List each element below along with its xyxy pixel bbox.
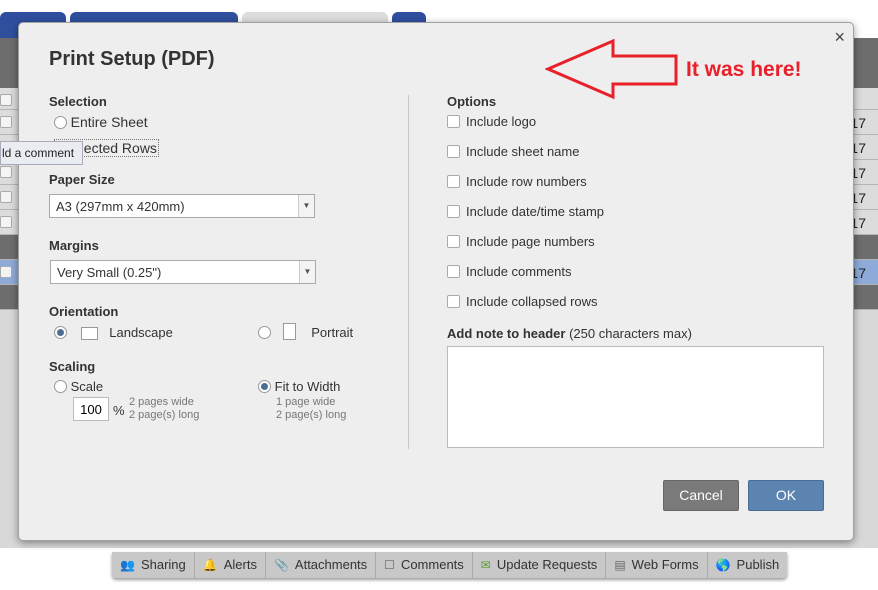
button-label: Alerts — [223, 557, 257, 572]
button-label: Comments — [400, 557, 464, 572]
selected-rows-label: elected Rows — [72, 140, 157, 156]
scaling-label: Scaling — [49, 359, 96, 374]
landscape-page-icon — [80, 327, 98, 340]
people-icon: 👥 — [120, 558, 135, 572]
fit-to-width-label: Fit to Width — [274, 379, 341, 394]
option-label: Include comments — [466, 264, 572, 279]
scale-info-long: 2 page(s) long — [129, 409, 200, 421]
alerts-button[interactable]: 🔔 Alerts — [195, 552, 266, 578]
option-label: Include row numbers — [466, 174, 587, 189]
scale-info: 2 pages wide 2 page(s) long — [129, 396, 199, 422]
paper-size-select[interactable]: A3 (297mm x 420mm) ▼ — [49, 194, 315, 218]
option-label: Include date/time stamp — [466, 204, 605, 219]
include-sheet-name-checkbox[interactable]: Include sheet name — [447, 144, 579, 159]
button-label: Web Forms — [631, 557, 699, 572]
bell-icon: 🔔 — [202, 558, 218, 572]
margins-select[interactable]: Very Small (0.25") ▼ — [50, 260, 316, 284]
entire-sheet-label: Entire Sheet — [70, 114, 148, 130]
row-checkbox[interactable] — [0, 116, 12, 128]
scale-percent-input[interactable] — [73, 397, 109, 421]
bottom-toolbar: 👥 Sharing 🔔 Alerts 📎 Attachments ☐ Comments … — [112, 552, 788, 578]
scale-label: Scale — [70, 379, 104, 394]
include-logo-checkbox[interactable]: Include logo — [447, 114, 536, 129]
orientation-label: Orientation — [49, 304, 119, 319]
print-setup-dialog: × Print Setup (PDF) Selection Entire She… — [18, 22, 854, 541]
chevron-down-icon: ▼ — [298, 195, 314, 217]
options-label: Options — [447, 94, 497, 109]
portrait-page-icon — [282, 323, 296, 340]
include-date-time-checkbox[interactable]: Include date/time stamp — [447, 204, 604, 219]
button-label: Update Requests — [496, 557, 598, 572]
update-requests-button[interactable]: ✉ Update Requests — [473, 552, 607, 578]
web-forms-button[interactable]: ▤ Web Forms — [606, 552, 708, 578]
button-label: Attachments — [294, 557, 368, 572]
cancel-button[interactable]: Cancel — [663, 480, 739, 511]
close-icon[interactable]: × — [834, 27, 845, 48]
margins-label: Margins — [49, 238, 99, 253]
scale-radio[interactable]: Scale — [54, 379, 103, 394]
globe-icon: 🌎 — [715, 558, 731, 572]
red-arrow-annotation — [545, 38, 678, 100]
note-label: Add note to header (250 characters max) — [447, 326, 692, 341]
publish-button[interactable]: 🌎 Publish — [708, 552, 788, 578]
margins-value: Very Small (0.25") — [57, 265, 162, 280]
landscape-radio[interactable]: Landscape — [54, 325, 173, 340]
portrait-radio[interactable]: Portrait — [258, 323, 353, 340]
paper-size-value: A3 (297mm x 420mm) — [56, 199, 185, 214]
selection-label: Selection — [49, 94, 107, 109]
comments-button[interactable]: ☐ Comments — [376, 552, 473, 578]
note-label-text: Add note to header — [447, 326, 566, 341]
annotation-text: It was here! — [686, 58, 802, 81]
paperclip-icon: 📎 — [273, 558, 289, 572]
update-request-icon: ✉ — [480, 558, 491, 572]
percent-label: % — [113, 403, 125, 418]
sharing-button[interactable]: 👥 Sharing — [112, 552, 195, 578]
comment-icon: ☐ — [384, 558, 395, 572]
scale-info-wide: 2 pages wide — [129, 396, 194, 408]
divider — [408, 95, 409, 449]
include-collapsed-rows-checkbox[interactable]: Include collapsed rows — [447, 294, 598, 309]
include-comments-checkbox[interactable]: Include comments — [447, 264, 572, 279]
option-label: Include collapsed rows — [466, 294, 598, 309]
add-comment-tooltip: ld a comment — [0, 141, 83, 165]
fit-info: 1 page wide 2 page(s) long — [276, 396, 346, 422]
button-label: Publish — [736, 557, 780, 572]
form-icon: ▤ — [614, 558, 626, 572]
ok-button[interactable]: OK — [748, 480, 824, 511]
option-label: Include sheet name — [466, 144, 580, 159]
attachments-button[interactable]: 📎 Attachments — [266, 552, 377, 578]
portrait-label: Portrait — [311, 325, 354, 340]
include-row-numbers-checkbox[interactable]: Include row numbers — [447, 174, 587, 189]
dialog-title: Print Setup (PDF) — [49, 48, 215, 70]
paper-size-label: Paper Size — [49, 172, 115, 187]
include-page-numbers-checkbox[interactable]: Include page numbers — [447, 234, 595, 249]
option-label: Include page numbers — [466, 234, 595, 249]
entire-sheet-radio[interactable]: Entire Sheet — [54, 114, 148, 130]
note-hint: (250 characters max) — [569, 326, 692, 341]
fit-to-width-radio[interactable]: Fit to Width — [258, 379, 340, 394]
button-label: Sharing — [140, 557, 186, 572]
option-label: Include logo — [466, 114, 537, 129]
fit-info-wide: 1 page wide — [276, 396, 336, 408]
note-textarea[interactable] — [447, 346, 824, 448]
fit-info-long: 2 page(s) long — [276, 409, 347, 421]
chevron-down-icon: ▼ — [299, 261, 315, 283]
landscape-label: Landscape — [109, 325, 173, 340]
